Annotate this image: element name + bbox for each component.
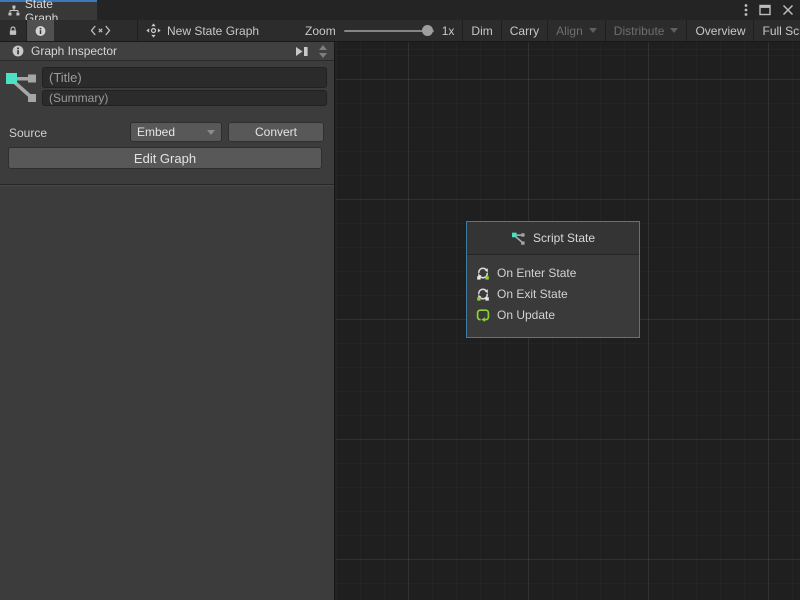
script-state-node-header[interactable]: Script State — [467, 222, 639, 255]
node-event-on-enter-state[interactable]: On Enter State — [476, 262, 639, 283]
zoom-control: Zoom 1x — [297, 20, 462, 41]
title-input[interactable] — [42, 67, 327, 88]
node-event-list: On Enter State On Exit State On — [467, 255, 639, 325]
inspector-toggle-button[interactable] — [26, 20, 54, 41]
overview-label: Overview — [695, 24, 745, 38]
enter-state-icon — [476, 266, 490, 280]
node-event-on-exit-state[interactable]: On Exit State — [476, 283, 639, 304]
source-label: Source — [9, 126, 47, 140]
new-state-graph-button[interactable]: New State Graph — [137, 20, 267, 41]
source-value: Embed — [137, 125, 175, 139]
panel-title: Graph Inspector — [31, 44, 117, 58]
toolbar-right-group: Dim Carry Align Distribute Overview Full… — [462, 20, 800, 41]
maximize-icon[interactable] — [759, 4, 771, 16]
info-icon — [35, 25, 46, 37]
chevron-down-icon — [670, 28, 678, 33]
full-screen-label: Full Screen — [762, 24, 800, 38]
lock-button[interactable] — [0, 20, 26, 41]
move-gizmo-icon — [146, 23, 161, 38]
convert-button[interactable]: Convert — [228, 122, 324, 142]
source-dropdown[interactable]: Embed — [130, 122, 222, 142]
align-label: Align — [556, 24, 583, 38]
graph-inspector-panel: Graph Inspector Source Embed Convert — [0, 42, 335, 600]
node-event-label: On Exit State — [497, 287, 568, 301]
overview-button[interactable]: Overview — [686, 20, 753, 41]
window-controls — [744, 0, 794, 20]
lock-icon — [8, 25, 18, 37]
graph-node-icon — [511, 231, 526, 246]
dim-label: Dim — [471, 24, 492, 38]
zoom-value: 1x — [442, 24, 455, 38]
edit-graph-button[interactable]: Edit Graph — [8, 147, 322, 169]
info-icon — [12, 45, 24, 57]
zoom-label: Zoom — [305, 24, 336, 38]
update-icon — [476, 308, 490, 322]
distribute-dropdown-button[interactable]: Distribute — [605, 20, 687, 41]
summary-input[interactable] — [42, 90, 327, 106]
node-title: Script State — [533, 231, 595, 245]
node-event-label: On Enter State — [497, 266, 576, 280]
panel-divider — [0, 184, 334, 186]
graph-node-icon — [5, 69, 38, 105]
carry-button[interactable]: Carry — [501, 20, 547, 41]
align-dropdown-button[interactable]: Align — [547, 20, 605, 41]
collapse-right-icon — [295, 46, 309, 57]
hierarchy-icon — [8, 5, 20, 17]
edit-graph-label: Edit Graph — [134, 151, 196, 166]
code-view-button[interactable] — [82, 20, 119, 41]
code-icon — [90, 25, 111, 36]
full-screen-button[interactable]: Full Screen — [753, 20, 800, 41]
node-event-on-update[interactable]: On Update — [476, 304, 639, 325]
chevron-down-icon — [207, 130, 215, 135]
tab-bar: State Graph — [0, 0, 800, 20]
chevron-down-icon — [589, 28, 597, 33]
panel-scroll-spinner[interactable] — [316, 45, 330, 58]
tab-state-graph[interactable]: State Graph — [0, 0, 97, 20]
node-event-label: On Update — [497, 308, 555, 322]
convert-label: Convert — [255, 125, 297, 139]
carry-label: Carry — [510, 24, 539, 38]
new-state-graph-label: New State Graph — [167, 24, 259, 38]
zoom-slider-handle[interactable] — [422, 25, 433, 36]
toolbar: New State Graph Zoom 1x Dim Carry Align … — [0, 20, 800, 42]
dim-button[interactable]: Dim — [462, 20, 500, 41]
chevron-down-icon — [319, 53, 327, 58]
graph-inspector-header: Graph Inspector — [0, 42, 334, 61]
zoom-slider[interactable] — [344, 30, 434, 32]
exit-state-icon — [476, 287, 490, 301]
close-icon[interactable] — [782, 4, 794, 16]
script-state-node[interactable]: Script State On Enter State — [466, 221, 640, 338]
collapse-panel-button[interactable] — [292, 45, 312, 58]
graph-canvas[interactable]: Script State On Enter State — [336, 42, 800, 600]
chevron-up-icon — [319, 45, 327, 50]
distribute-label: Distribute — [614, 24, 665, 38]
kebab-menu-icon[interactable] — [744, 3, 748, 17]
